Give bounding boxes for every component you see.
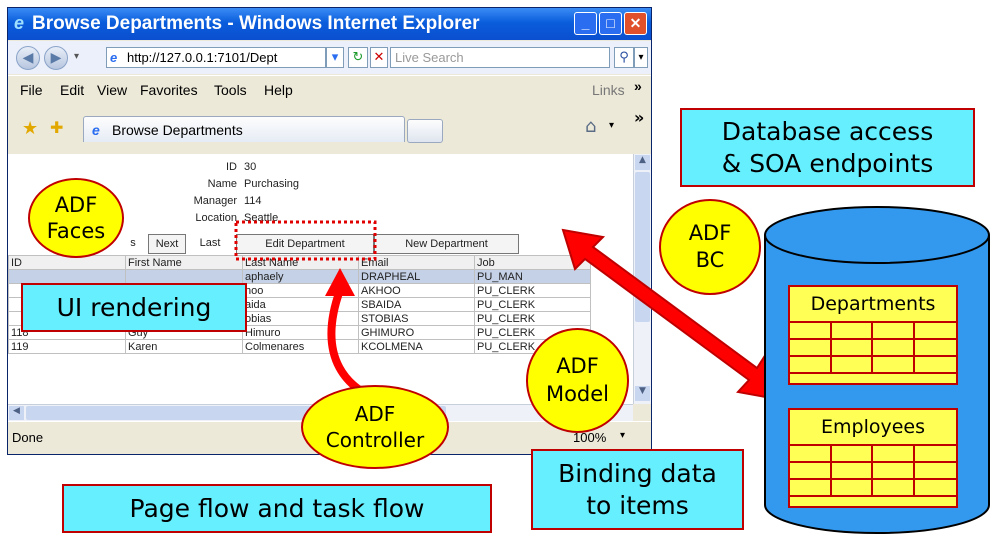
adf-faces-line1: ADF bbox=[54, 192, 98, 217]
adf-bc-line2: BC bbox=[695, 248, 725, 272]
controller-arrow bbox=[327, 288, 382, 404]
adf-controller-line1: ADF bbox=[354, 402, 396, 426]
adf-faces-line2: Faces bbox=[46, 219, 106, 243]
employees-table-icon: Employees bbox=[788, 408, 958, 508]
employees-grid bbox=[790, 446, 956, 497]
database-access-line1: Database access bbox=[721, 117, 934, 147]
adf-faces-bubble: ADF Faces bbox=[28, 178, 124, 258]
adf-bc-bubble: ADF BC bbox=[659, 199, 761, 295]
adf-controller-bubble: ADF Controller bbox=[301, 385, 449, 469]
edit-department-highlight bbox=[234, 220, 377, 261]
database-access-line2: & SOA endpoints bbox=[721, 148, 934, 178]
departments-table-icon: Departments bbox=[788, 285, 958, 385]
ui-rendering-text: UI rendering bbox=[56, 292, 212, 322]
page-flow-callout: Page flow and task flow bbox=[62, 484, 492, 533]
adf-bc-line1: ADF bbox=[688, 220, 732, 245]
page-flow-text: Page flow and task flow bbox=[129, 493, 425, 523]
adf-model-line1: ADF bbox=[556, 354, 599, 379]
database-access-callout: Database access & SOA endpoints bbox=[680, 108, 975, 187]
binding-data-line2: to items bbox=[586, 490, 689, 520]
employees-label: Employees bbox=[790, 410, 956, 446]
binding-data-callout: Binding data to items bbox=[531, 449, 744, 530]
ui-rendering-callout: UI rendering bbox=[21, 283, 247, 332]
binding-data-line1: Binding data bbox=[558, 459, 717, 489]
adf-model-bubble: ADF Model bbox=[526, 328, 629, 433]
adf-controller-line2: Controller bbox=[325, 428, 425, 452]
departments-grid bbox=[790, 323, 956, 374]
controller-arrow-head bbox=[325, 268, 355, 296]
departments-label: Departments bbox=[790, 287, 956, 323]
adf-model-line2: Model bbox=[545, 381, 610, 406]
